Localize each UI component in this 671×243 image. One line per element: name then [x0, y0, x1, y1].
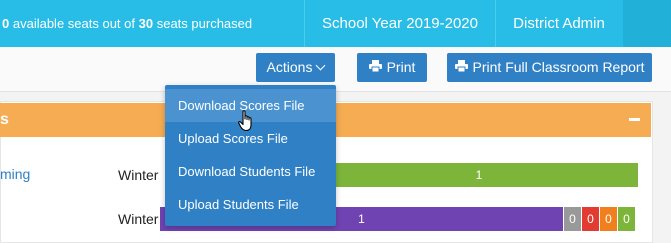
menu-item-upload-students[interactable]: Upload Students File — [165, 188, 336, 221]
school-year-selector[interactable]: School Year 2019-2020 — [305, 0, 495, 47]
panel-header-title: s — [0, 111, 9, 128]
print-label: Print — [386, 59, 416, 75]
score-bar: 1 — [320, 163, 638, 187]
seats-total-count: 30 — [138, 16, 154, 31]
top-right-menu[interactable] — [623, 0, 671, 47]
hand-cursor-icon — [238, 110, 256, 137]
score-segment: 0 — [582, 207, 599, 231]
season-label: Winter — [118, 211, 159, 227]
collapse-icon[interactable] — [629, 118, 640, 121]
actions-button[interactable]: Actions — [256, 53, 335, 82]
print-button[interactable]: Print — [357, 53, 427, 82]
score-segment: 0 — [564, 207, 581, 231]
printer-icon — [454, 53, 468, 82]
chevron-down-icon — [316, 60, 326, 71]
student-link[interactable]: ming — [0, 166, 30, 182]
print-report-button[interactable]: Print Full Classroom Report — [447, 53, 652, 82]
seats-available-count: 0 — [2, 16, 10, 31]
top-bar: 0 available seats out of 30 seats purcha… — [0, 0, 671, 47]
seats-text-2: seats purchased — [156, 16, 253, 31]
menu-item-download-students[interactable]: Download Students File — [165, 155, 336, 188]
role-menu[interactable]: District Admin — [495, 0, 623, 47]
actions-label: Actions — [266, 59, 313, 75]
printer-icon — [368, 53, 382, 82]
seat-usage: 0 available seats out of 30 seats purcha… — [0, 0, 300, 47]
season-label: Winter — [118, 167, 159, 183]
score-segment: 0 — [618, 207, 635, 231]
print-report-label: Print Full Classroom Report — [472, 59, 645, 75]
seats-text-1: available seats out of — [12, 16, 135, 31]
score-segment: 0 — [600, 207, 617, 231]
actions-dropdown-menu: Download Scores File Upload Scores File … — [165, 85, 336, 226]
